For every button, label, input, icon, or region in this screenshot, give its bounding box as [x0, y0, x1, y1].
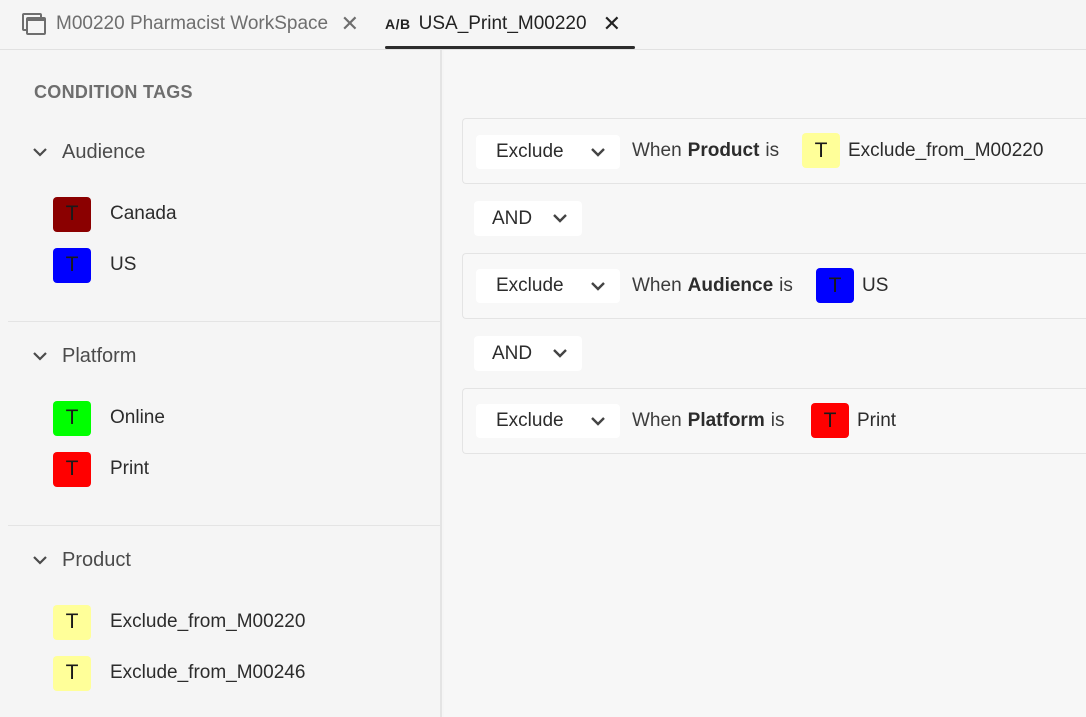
group-label: Platform — [62, 344, 137, 367]
chevron-down-icon — [32, 348, 48, 364]
tag-item-exclude-m00246[interactable]: T Exclude_from_M00246 — [53, 655, 305, 691]
tag-item-print[interactable]: T Print — [53, 451, 149, 487]
tag-label: Print — [110, 458, 150, 479]
group-header-product[interactable]: Product — [32, 546, 131, 574]
operator-dropdown[interactable]: AND — [474, 336, 582, 371]
action-value: Exclude — [496, 141, 564, 162]
operator-dropdown[interactable]: AND — [474, 201, 582, 236]
tag-swatch: T — [53, 604, 91, 640]
group-label: Product — [62, 548, 131, 571]
divider — [8, 525, 440, 526]
group-header-audience[interactable]: Audience — [32, 138, 145, 166]
action-dropdown[interactable]: Exclude — [476, 404, 620, 438]
tag-item-us[interactable]: T US — [53, 247, 136, 283]
tag-swatch: T — [811, 403, 849, 438]
condition-builder: Exclude When Product is T Exclude_from_M… — [444, 50, 1086, 717]
tag-swatch: T — [802, 133, 840, 168]
condition-tag[interactable]: T US — [816, 268, 888, 303]
tag-label: US — [862, 274, 889, 296]
condition-row: Exclude When Product is T Exclude_from_M… — [462, 118, 1086, 184]
chevron-down-icon — [553, 349, 567, 358]
condition-tag[interactable]: T Exclude_from_M00220 — [802, 133, 1043, 168]
action-value: Exclude — [496, 410, 564, 431]
tab-workspace[interactable]: M00220 Pharmacist WorkSpace ✕ — [22, 0, 367, 48]
tag-label: US — [110, 254, 137, 275]
tag-swatch: T — [53, 400, 91, 436]
condition-category: Product — [687, 140, 760, 161]
tag-label: Exclude_from_M00220 — [848, 139, 1044, 161]
chevron-down-icon — [591, 281, 605, 291]
divider — [8, 321, 440, 322]
close-icon[interactable]: ✕ — [341, 13, 359, 35]
tag-swatch: T — [53, 196, 91, 232]
tag-label: Online — [110, 407, 165, 428]
when-label: When — [632, 140, 682, 161]
condition-row: Exclude When Platform is T Print — [462, 388, 1086, 454]
is-label: is — [779, 275, 793, 296]
condition-category: Platform — [687, 410, 765, 431]
tag-label: Print — [857, 409, 897, 431]
condition-text: When Audience is — [632, 254, 793, 318]
tag-item-online[interactable]: T Online — [53, 400, 165, 436]
operator-value: AND — [492, 342, 533, 364]
when-label: When — [632, 275, 682, 296]
tag-swatch: T — [816, 268, 854, 303]
chevron-down-icon — [591, 147, 605, 157]
action-value: Exclude — [496, 275, 564, 296]
is-label: is — [765, 140, 780, 161]
condition-text: When Platform is — [632, 389, 784, 453]
chevron-down-icon — [591, 416, 605, 426]
tag-swatch: T — [53, 451, 91, 487]
chevron-down-icon — [553, 214, 567, 223]
tag-item-canada[interactable]: T Canada — [53, 196, 177, 232]
workspace-icon — [22, 13, 46, 35]
group-header-platform[interactable]: Platform — [32, 342, 136, 370]
tab-label: M00220 Pharmacist WorkSpace — [56, 13, 329, 34]
tag-item-exclude-m00220[interactable]: T Exclude_from_M00220 — [53, 604, 305, 640]
tab-label: USA_Print_M00220 — [418, 13, 587, 34]
tag-label: Canada — [110, 203, 177, 224]
close-icon[interactable]: ✕ — [603, 13, 621, 35]
condition-text: When Product is — [632, 119, 779, 183]
tag-swatch: T — [53, 247, 91, 283]
tag-label: Exclude_from_M00246 — [110, 662, 306, 683]
ab-icon: A/B — [385, 16, 411, 32]
tag-swatch: T — [53, 655, 91, 691]
when-label: When — [632, 410, 682, 431]
chevron-down-icon — [32, 144, 48, 160]
panel-title: CONDITION TAGS — [34, 82, 193, 102]
action-dropdown[interactable]: Exclude — [476, 269, 620, 303]
operator-value: AND — [492, 207, 533, 229]
group-label: Audience — [62, 140, 146, 163]
tag-label: Exclude_from_M00220 — [110, 611, 306, 632]
condition-row: Exclude When Audience is T US — [462, 253, 1086, 319]
tab-bar: M00220 Pharmacist WorkSpace ✕ A/B USA_Pr… — [0, 0, 1086, 50]
chevron-down-icon — [32, 552, 48, 568]
is-label: is — [770, 410, 785, 431]
condition-tags-panel: CONDITION TAGS Audience T Canada T US Pl… — [8, 50, 442, 717]
condition-tag[interactable]: T Print — [811, 403, 896, 438]
action-dropdown[interactable]: Exclude — [476, 135, 620, 169]
tab-usa-print[interactable]: A/B USA_Print_M00220 ✕ — [385, 0, 635, 49]
condition-category: Audience — [687, 275, 774, 296]
